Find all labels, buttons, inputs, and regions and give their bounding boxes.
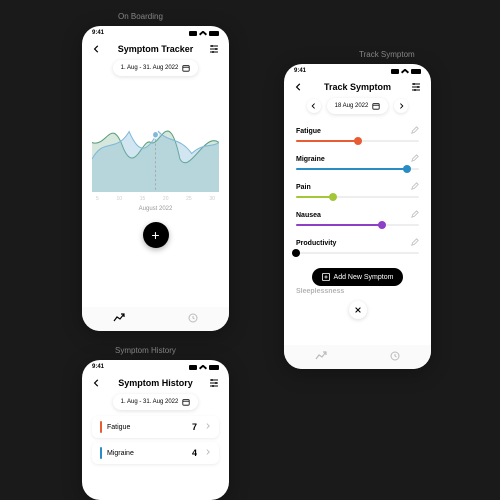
bottom-nav <box>82 307 229 331</box>
history-name: Fatigue <box>107 424 130 431</box>
edit-icon[interactable] <box>411 154 419 164</box>
date-range-text: 1. Aug - 31. Aug 2022 <box>121 65 179 71</box>
settings-icon[interactable] <box>209 378 219 388</box>
status-time: 9:41 <box>92 364 104 370</box>
status-icons <box>189 31 219 36</box>
date-range-pill[interactable]: 1. Aug - 31. Aug 2022 <box>113 394 199 410</box>
section-label-track: Track Symptom <box>359 50 415 59</box>
settings-icon[interactable] <box>411 82 421 92</box>
nav-clock-icon[interactable] <box>390 351 400 363</box>
add-fab[interactable]: + <box>143 222 169 248</box>
date-pill[interactable]: 18 Aug 2022 <box>327 98 389 114</box>
history-row[interactable]: Migraine 4 <box>92 442 219 464</box>
symptom-row: Fatigue <box>284 122 431 150</box>
symptom-row: Nausea <box>284 206 431 234</box>
edit-icon[interactable] <box>411 182 419 192</box>
status-icons <box>391 69 421 74</box>
add-symptom-label: Add New Symptom <box>334 274 394 281</box>
calendar-icon <box>182 398 190 406</box>
back-button[interactable] <box>294 82 304 92</box>
nav-trend-icon[interactable] <box>315 351 327 363</box>
status-time: 9:41 <box>294 68 306 74</box>
back-button[interactable] <box>92 378 102 388</box>
color-bar <box>100 447 102 459</box>
header: Symptom Tracker <box>82 40 229 60</box>
date-range-text: 1. Aug - 31. Aug 2022 <box>121 399 179 405</box>
date-next-button[interactable] <box>394 99 408 113</box>
symptom-name: Productivity <box>296 240 336 247</box>
back-button[interactable] <box>92 44 102 54</box>
nav-trend-icon[interactable] <box>113 313 125 325</box>
header: Symptom History <box>82 374 229 394</box>
symptom-row: Migraine <box>284 150 431 178</box>
bottom-nav <box>284 345 431 369</box>
plus-box-icon <box>322 273 330 281</box>
section-label-onboarding: On Boarding <box>118 12 163 21</box>
header: Track Symptom <box>284 78 431 98</box>
nav-clock-icon[interactable] <box>188 313 198 325</box>
wifi-icon <box>199 365 207 370</box>
symptom-name: Nausea <box>296 212 321 219</box>
phone-track: 9:41 Track Symptom 18 Aug 2022 Fatigue <box>284 64 431 369</box>
edit-icon[interactable] <box>411 238 419 248</box>
signal-icon <box>189 365 197 370</box>
wifi-icon <box>401 69 409 74</box>
date-range-pill[interactable]: 1. Aug - 31. Aug 2022 <box>113 60 199 76</box>
status-time: 9:41 <box>92 30 104 36</box>
status-bar: 9:41 <box>82 360 229 374</box>
battery-icon <box>209 365 219 370</box>
symptom-row: Pain <box>284 178 431 206</box>
symptom-slider[interactable] <box>296 196 419 198</box>
chevron-right-icon <box>205 448 211 458</box>
date-nav: 18 Aug 2022 <box>307 98 409 114</box>
symptom-slider[interactable] <box>296 140 419 142</box>
symptom-name: Migraine <box>296 156 325 163</box>
close-button[interactable] <box>349 301 367 319</box>
history-value: 7 <box>192 422 197 432</box>
symptom-name: Fatigue <box>296 128 321 135</box>
calendar-icon <box>182 64 190 72</box>
battery-icon <box>209 31 219 36</box>
status-bar: 9:41 <box>82 26 229 40</box>
chevron-right-icon <box>205 422 211 432</box>
battery-icon <box>411 69 421 74</box>
symptom-name: Pain <box>296 184 311 191</box>
color-bar <box>100 421 102 433</box>
phone-history: 9:41 Symptom History 1. Aug - 31. Aug 20… <box>82 360 229 500</box>
edit-icon[interactable] <box>411 210 419 220</box>
symptom-slider[interactable] <box>296 168 419 170</box>
signal-icon <box>189 31 197 36</box>
phone-onboarding: 9:41 Symptom Tracker 1. Aug - 31. Aug 20… <box>82 26 229 331</box>
add-symptom-button[interactable]: Add New Symptom <box>312 268 404 286</box>
faded-symptom: Sleeplessness <box>284 286 431 297</box>
date-prev-button[interactable] <box>307 99 321 113</box>
symptom-row: Productivity <box>284 234 431 262</box>
wifi-icon <box>199 31 207 36</box>
calendar-icon <box>372 102 380 110</box>
chart-x-ticks: 51015202530 <box>82 196 229 202</box>
status-bar: 9:41 <box>284 64 431 78</box>
history-row[interactable]: Fatigue 7 <box>92 416 219 438</box>
status-icons <box>189 365 219 370</box>
history-value: 4 <box>192 448 197 458</box>
chart-month-label: August 2022 <box>82 206 229 212</box>
date-text: 18 Aug 2022 <box>335 103 369 109</box>
edit-icon[interactable] <box>411 126 419 136</box>
symptom-slider[interactable] <box>296 224 419 226</box>
page-title: Symptom History <box>118 378 193 388</box>
section-label-history: Symptom History <box>115 346 176 355</box>
settings-icon[interactable] <box>209 44 219 54</box>
page-title: Symptom Tracker <box>118 44 194 54</box>
symptom-slider[interactable] <box>296 252 419 254</box>
page-title: Track Symptom <box>324 82 391 92</box>
symptom-chart <box>92 82 219 192</box>
history-name: Migraine <box>107 450 134 457</box>
signal-icon <box>391 69 399 74</box>
